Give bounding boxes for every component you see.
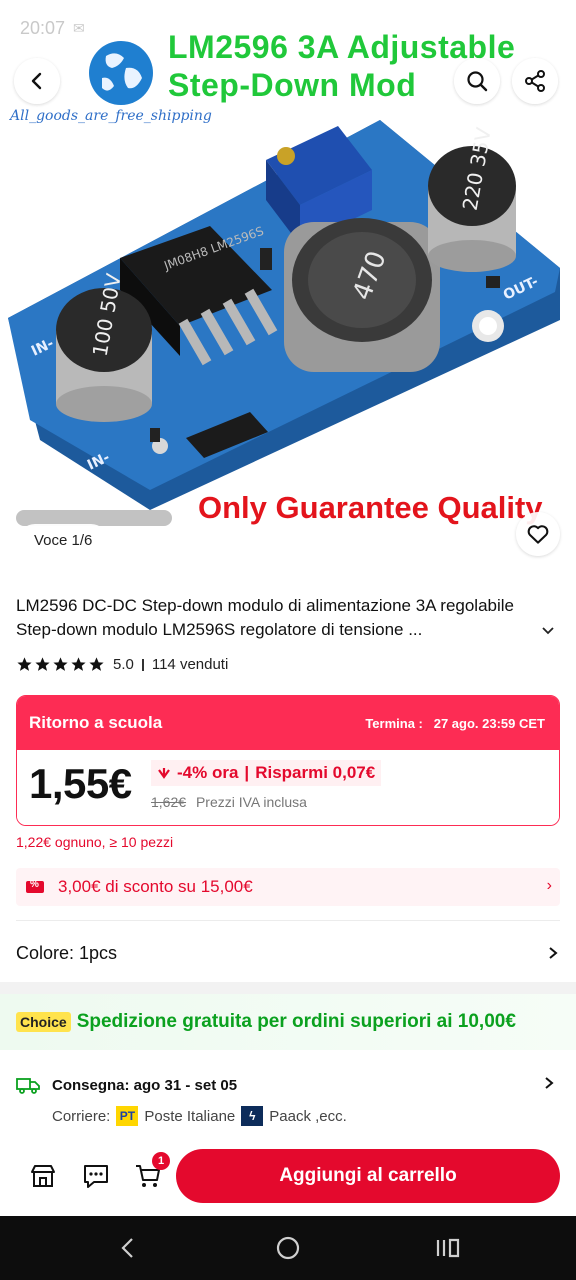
free-shipping-text: Spedizione gratuita per ordini superiori…: [76, 1011, 516, 1032]
carrier-row: Corriere: PT Poste Italiane ϟ Paack ,ecc…: [52, 1100, 560, 1132]
status-time: 20:07: [20, 18, 66, 38]
star-icon: [71, 657, 86, 671]
store-icon: [31, 1165, 55, 1187]
add-to-cart-button[interactable]: Aggiungi al carrello: [176, 1149, 560, 1203]
carrier-1: Poste Italiane: [144, 1107, 236, 1125]
cart-button[interactable]: 1: [132, 1152, 170, 1192]
promo-header: Ritorno a scuola Termina : 27 ago. 23:59…: [17, 696, 559, 750]
wishlist-button[interactable]: [516, 512, 560, 556]
vat-note: Prezzi IVA inclusa: [195, 794, 307, 810]
poste-logo-icon: PT: [116, 1106, 139, 1126]
delivery-row[interactable]: Consegna: ago 31 - set 05: [16, 1070, 560, 1100]
chevron-right-icon: [549, 947, 558, 959]
sold-count: 114 venduti: [151, 656, 229, 673]
color-selector[interactable]: Colore: 1pcs: [16, 938, 560, 968]
old-price-row: 1,62€ Prezzi IVA inclusa: [151, 794, 307, 810]
mail-icon: ✉: [73, 20, 85, 36]
divider: [16, 920, 560, 921]
current-price: 1,55€: [29, 760, 132, 807]
search-button[interactable]: [454, 58, 500, 104]
hero-title-line-1: LM2596 3A Adjustable: [168, 29, 516, 65]
carrier-label: Corriere:: [52, 1107, 111, 1125]
action-bar: 1 Aggiungi al carrello: [0, 1140, 576, 1216]
star-icon: [35, 657, 50, 671]
cart-badge: 1: [152, 1152, 170, 1170]
quality-banner: Only Guarantee Quality: [198, 490, 543, 525]
coupon-row[interactable]: 3,00€ di sconto su 15,00€ ›: [16, 868, 560, 906]
back-button[interactable]: [14, 58, 60, 104]
share-icon: [525, 70, 545, 92]
discount-tag: -4% ora | Risparmi 0,07€: [151, 760, 382, 786]
coupon-icon: [26, 879, 44, 893]
expand-chevron-icon[interactable]: [540, 622, 556, 638]
status-bar: 20:07 ✉: [20, 18, 85, 39]
promo-end-time: Termina : 27 ago. 23:59 CET: [365, 716, 545, 731]
system-nav-bar: [0, 1216, 576, 1280]
bulk-price: 1,22€ ognuno, ≥ 10 pezzi: [16, 834, 174, 850]
chat-button[interactable]: [80, 1160, 112, 1192]
chevron-left-icon: [31, 72, 42, 90]
old-price: 1,62€: [151, 794, 187, 810]
promo-end-label: Termina :: [365, 715, 423, 731]
rating-value: 5.0: [113, 656, 134, 673]
brand-text: All_goods_are_free_shipping: [10, 108, 212, 124]
nav-back-button[interactable]: [114, 1234, 142, 1262]
section-divider: [0, 982, 576, 994]
nav-back-icon: [121, 1238, 133, 1258]
globe-logo-icon: [89, 41, 153, 105]
promo-body: 1,55€ -4% ora | Risparmi 0,07€ 1,62€ Pre…: [17, 750, 559, 825]
delivery-section[interactable]: Consegna: ago 31 - set 05 Corriere: PT P…: [16, 1070, 560, 1132]
promo-card: Ritorno a scuola Termina : 27 ago. 23:59…: [16, 695, 560, 826]
product-image-gallery[interactable]: JM08H8 LM2596S 470 220 35V 100 50V IN- I…: [0, 0, 576, 576]
star-icon: [17, 657, 32, 671]
saving-amount: Risparmi 0,07€: [255, 763, 376, 782]
rating-row[interactable]: 5.0 114 venduti: [16, 656, 228, 673]
promo-name: Ritorno a scuola: [29, 713, 163, 732]
nav-recents-button[interactable]: [434, 1234, 462, 1262]
choice-badge: Choice: [16, 1012, 71, 1032]
nav-home-button[interactable]: [274, 1234, 302, 1262]
shipping-banner[interactable]: Choice Spedizione gratuita per ordini su…: [0, 994, 576, 1050]
discount-percent: -4% ora: [177, 763, 239, 782]
promo-end-value: 27 ago. 23:59 CET: [433, 715, 545, 731]
paack-logo-icon: ϟ: [241, 1106, 264, 1126]
store-button[interactable]: [27, 1160, 59, 1192]
carrier-2: Paack ,ecc.: [269, 1107, 347, 1125]
truck-icon: [16, 1078, 40, 1094]
chevron-right-icon: [545, 1077, 554, 1089]
chevron-right-icon: ›: [546, 877, 552, 894]
nav-recents-icon: [436, 1238, 460, 1258]
heart-icon: [527, 525, 549, 544]
color-label: Colore: 1pcs: [16, 942, 118, 963]
nav-home-icon: [276, 1236, 300, 1260]
star-icon: [89, 657, 104, 671]
chat-icon: [84, 1165, 108, 1188]
delivery-date: Consegna: ago 31 - set 05: [52, 1076, 238, 1094]
star-icon: [53, 657, 68, 671]
share-button[interactable]: [512, 58, 558, 104]
search-icon: [467, 71, 488, 92]
image-counter: Voce 1/6: [18, 524, 109, 558]
discount-sep: |: [244, 763, 250, 782]
star-rating: [16, 656, 105, 673]
product-title[interactable]: LM2596 DC-DC Step-down modulo di aliment…: [16, 594, 536, 642]
down-arrow-icon: [158, 768, 170, 779]
separator: [141, 658, 144, 671]
coupon-text: 3,00€ di sconto su 15,00€: [58, 877, 253, 896]
